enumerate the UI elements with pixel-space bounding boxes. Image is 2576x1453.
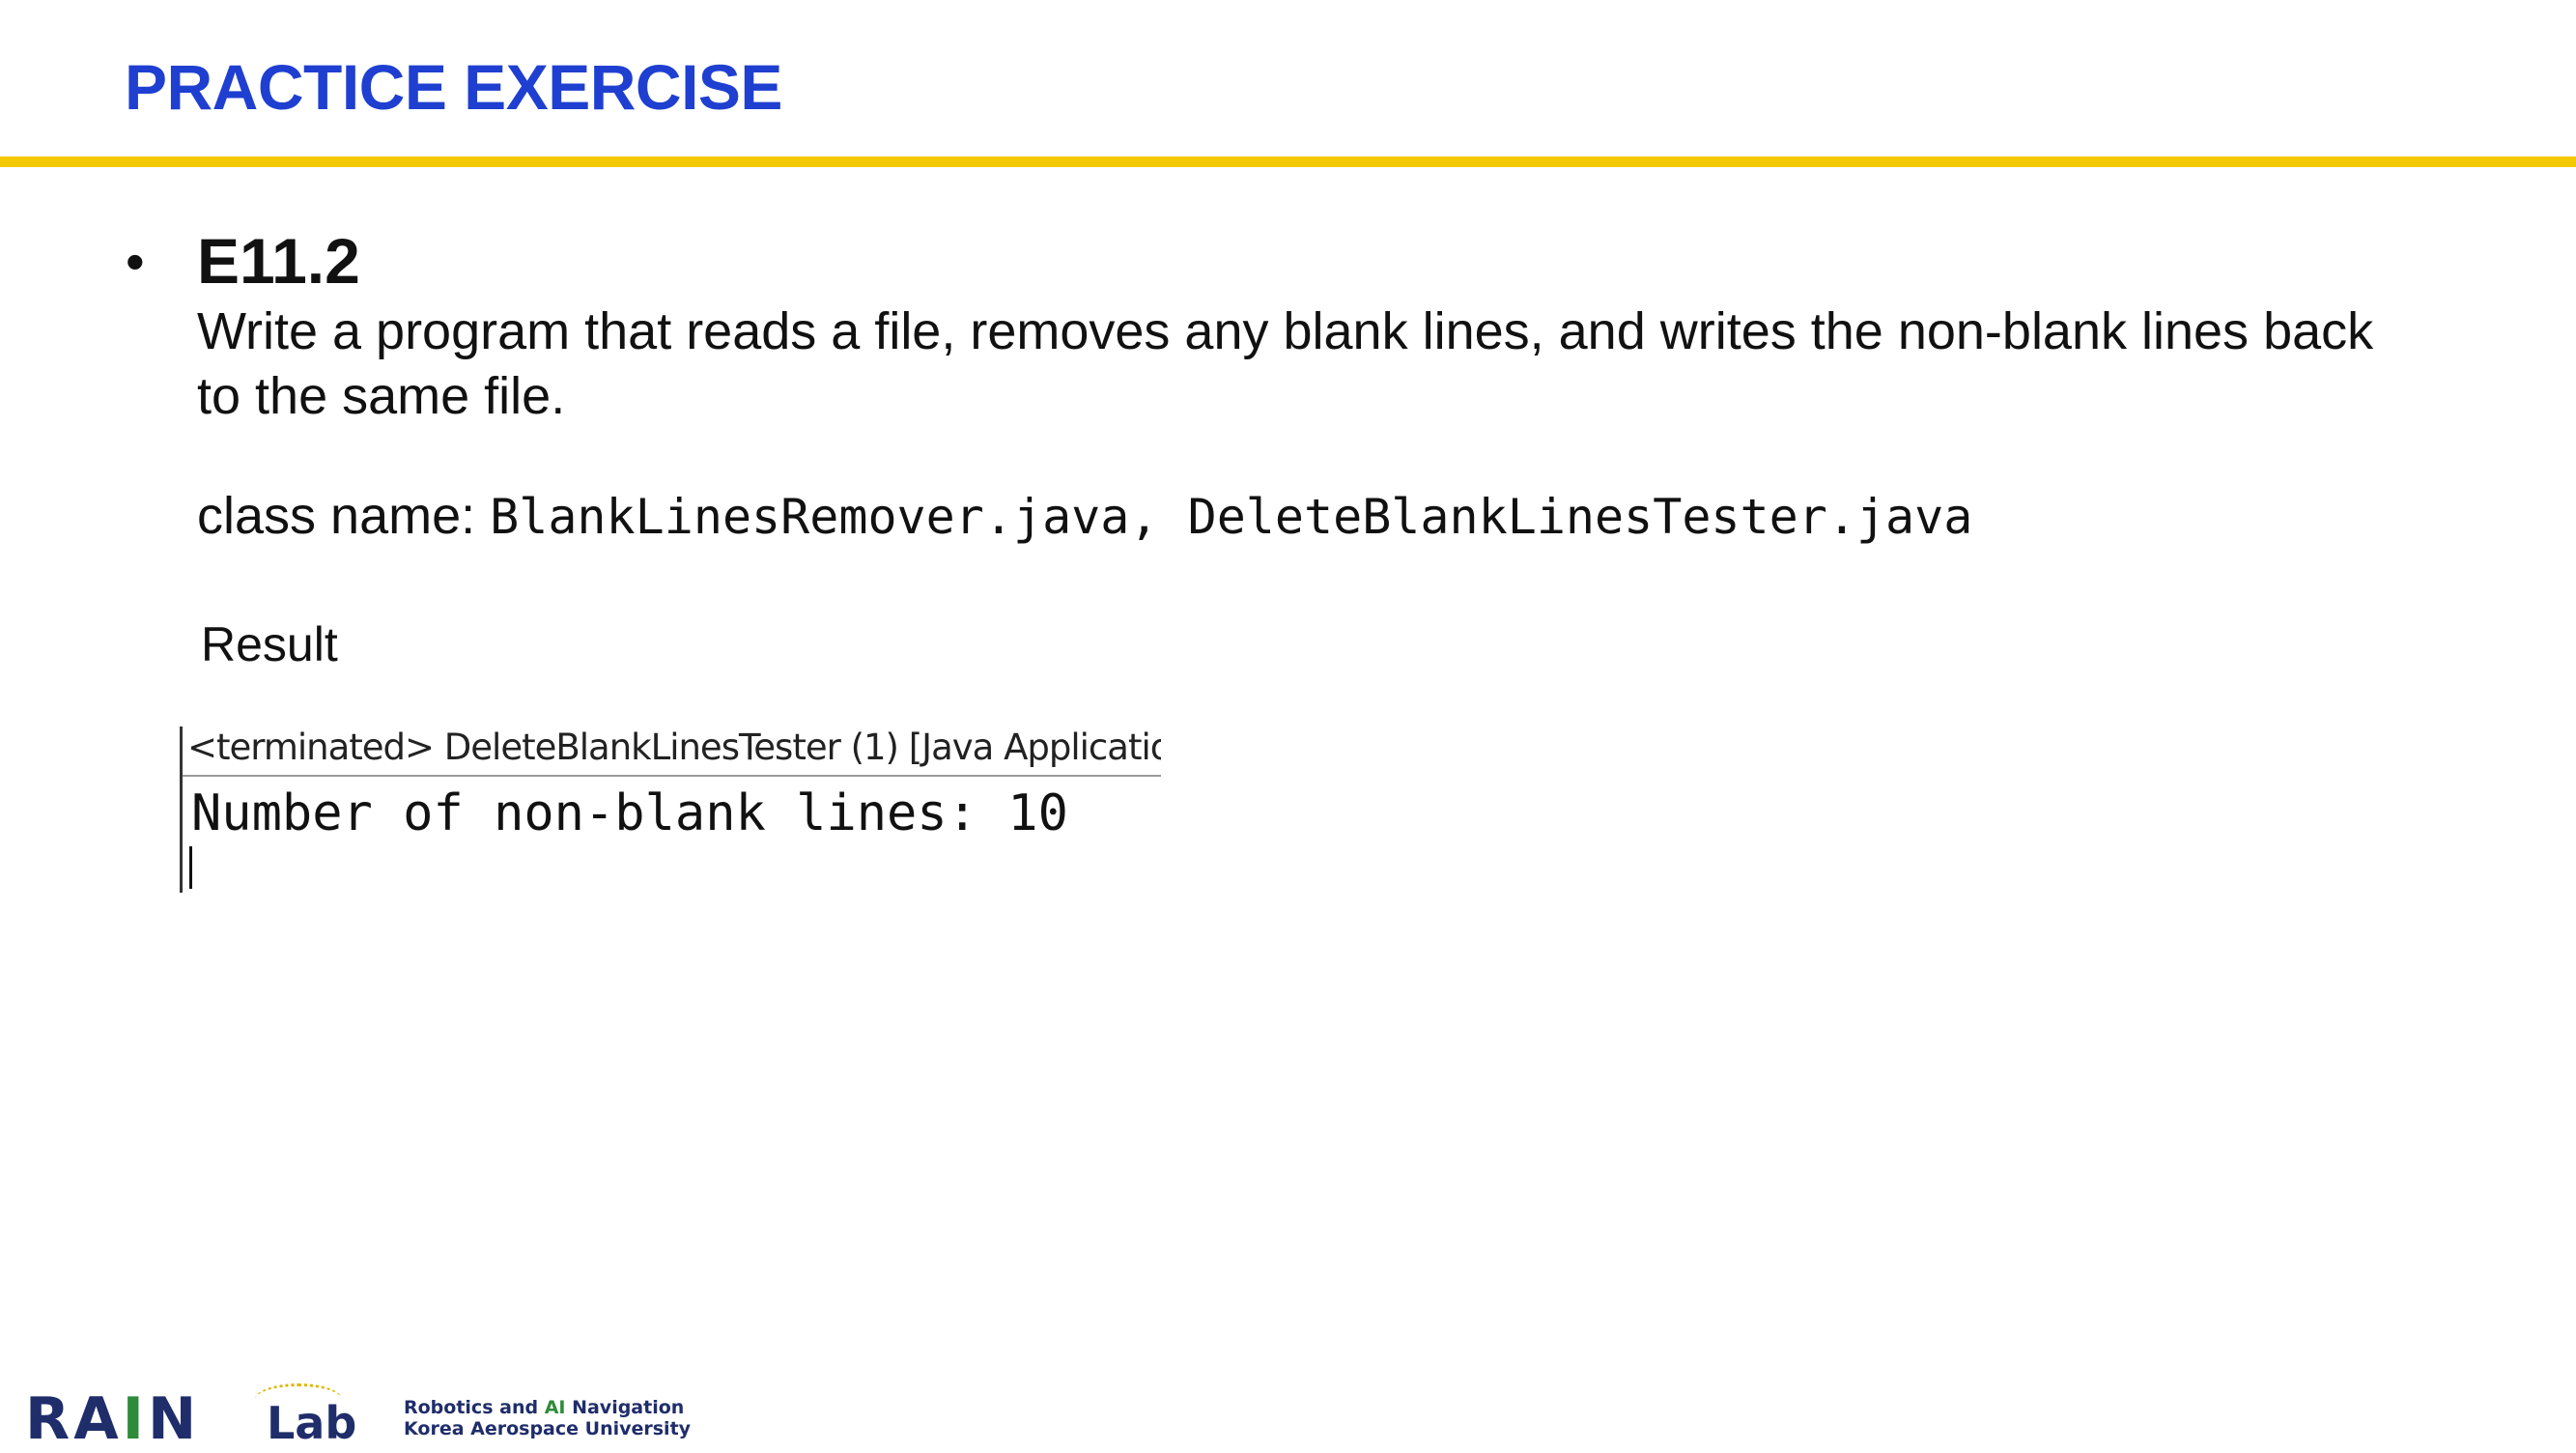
- console-header: <terminated> DeleteBlankLinesTester (1) …: [187, 726, 1161, 768]
- logo-prefix: RA: [25, 1385, 123, 1453]
- result-label: Result: [201, 617, 338, 671]
- logo-wordmark: RAIN: [25, 1385, 200, 1453]
- tagline-part-1: Robotics and: [404, 1397, 545, 1418]
- logo-tagline-line-1: Robotics and AI Navigation: [404, 1397, 691, 1418]
- exercise-description: Write a program that reads a file, remov…: [197, 299, 2515, 429]
- slide-title: PRACTICE EXERCISE: [125, 51, 782, 123]
- console-output-text: Number of non-blank lines: 10: [191, 784, 1068, 842]
- console-header-divider: [183, 775, 1161, 777]
- class-file-names: BlankLinesRemover.java, DeleteBlankLines…: [490, 489, 1973, 545]
- bullet-marker: •: [126, 231, 145, 292]
- class-name-line: class name: BlankLinesRemover.java, Dele…: [197, 486, 1972, 546]
- tagline-ai: AI: [544, 1397, 566, 1418]
- console-left-border: [180, 726, 183, 893]
- console-output-screenshot: <terminated> DeleteBlankLinesTester (1) …: [178, 726, 1161, 893]
- title-divider: [0, 157, 2576, 167]
- tagline-part-2: Navigation: [565, 1397, 685, 1418]
- class-name-label: class name:: [197, 487, 491, 545]
- rain-lab-logo: RAIN Lab Robotics and AI Navigation Kore…: [25, 1383, 759, 1453]
- description-line-1: Write a program that reads a file, remov…: [197, 302, 2374, 360]
- logo-i-letter: I: [122, 1385, 148, 1453]
- logo-suffix: N: [147, 1385, 201, 1453]
- text-cursor: [189, 846, 192, 889]
- logo-lab-text: Lab: [267, 1397, 357, 1449]
- logo-tagline: Robotics and AI Navigation Korea Aerospa…: [404, 1397, 691, 1439]
- description-line-2: to the same file.: [197, 367, 566, 425]
- logo-tagline-line-2: Korea Aerospace University: [404, 1418, 692, 1439]
- exercise-id: E11.2: [197, 225, 360, 297]
